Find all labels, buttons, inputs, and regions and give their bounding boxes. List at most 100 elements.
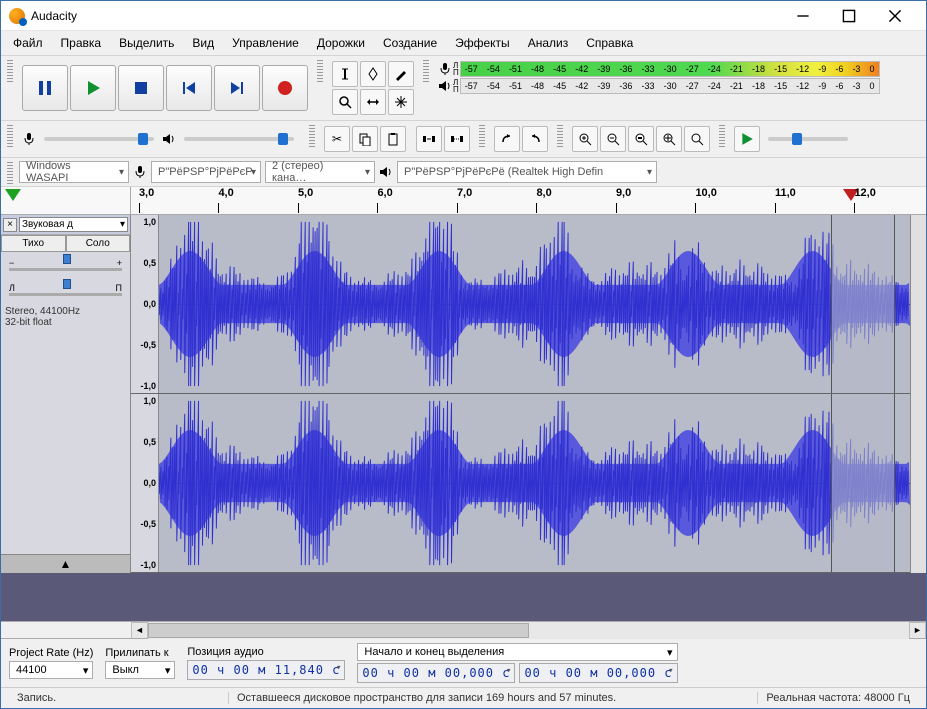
waveform-right: [159, 394, 910, 572]
selection-field: Начало и конец выделения 00 ч 00 м 00,00…: [357, 643, 677, 683]
menu-view[interactable]: Вид: [184, 33, 222, 53]
track-close-button[interactable]: ×: [3, 218, 17, 232]
paste-button[interactable]: [380, 126, 406, 152]
menu-transport[interactable]: Управление: [224, 33, 307, 53]
timeline-ruler[interactable]: 3,04,05,06,07,08,09,010,011,012,0: [1, 187, 926, 215]
grip[interactable]: [423, 58, 429, 82]
silence-button[interactable]: [444, 126, 470, 152]
audio-host-select[interactable]: Windows WASAPI: [19, 161, 129, 183]
pan-slider[interactable]: ЛП: [9, 283, 122, 296]
recording-channels-select[interactable]: 2 (стерео) кана…: [265, 161, 375, 183]
menu-help[interactable]: Справка: [578, 33, 641, 53]
draw-tool[interactable]: [388, 61, 414, 87]
gain-slider[interactable]: −+: [9, 258, 122, 271]
scroll-right-button[interactable]: ►: [909, 622, 926, 639]
recording-device-select[interactable]: P"PëPSP°PjPëPєP: [151, 161, 261, 183]
speaker-icon[interactable]: [438, 79, 452, 93]
solo-button[interactable]: Соло: [66, 235, 131, 252]
zoom-out-button[interactable]: [600, 126, 626, 152]
multi-tool[interactable]: [388, 89, 414, 115]
maximize-button[interactable]: [826, 1, 872, 31]
amplitude-scale: 1,00,50,0-0,5-1,0: [131, 215, 159, 393]
waveform-canvas-right[interactable]: [159, 394, 910, 572]
playback-meter[interactable]: -57-54-51-48-45-42-39-36-33-30-27-24-21-…: [460, 78, 880, 94]
empty-track-space[interactable]: [1, 573, 926, 621]
undo-button[interactable]: [494, 126, 520, 152]
menu-select[interactable]: Выделить: [111, 33, 182, 53]
play-button[interactable]: [70, 65, 116, 111]
playback-device-select[interactable]: P"PëPSP°PjPëPєPë (Realtek High Defin: [397, 161, 657, 183]
recording-volume-slider[interactable]: [44, 137, 154, 141]
track-area: × Звуковая д Тихо Соло −+ ЛП Stereo, 441…: [1, 215, 926, 573]
horizontal-scrollbar[interactable]: ◄ ►: [1, 621, 926, 638]
fit-selection-button[interactable]: [628, 126, 654, 152]
scrollbar-track[interactable]: [148, 622, 909, 639]
minimize-button[interactable]: [780, 1, 826, 31]
vertical-scrollbar[interactable]: [910, 215, 926, 573]
scroll-left-button[interactable]: ◄: [131, 622, 148, 639]
selection-type-select[interactable]: Начало и конец выделения: [357, 643, 677, 661]
menu-analyze[interactable]: Анализ: [520, 33, 577, 53]
redo-button[interactable]: [522, 126, 548, 152]
project-rate-select[interactable]: 44100: [9, 661, 93, 679]
channel-right[interactable]: 1,00,50,0-0,5-1,0: [131, 394, 910, 573]
status-message: Оставшееся дисковое пространство для зап…: [229, 692, 758, 704]
track-name-dropdown[interactable]: Звуковая д: [19, 217, 128, 232]
grip[interactable]: [719, 123, 725, 147]
project-rate-field: Project Rate (Hz) 44100: [9, 647, 93, 679]
fit-project-button[interactable]: [656, 126, 682, 152]
grip[interactable]: [479, 123, 485, 147]
status-state: Запись.: [9, 692, 229, 704]
playback-speed-slider[interactable]: [768, 137, 848, 141]
mic-icon[interactable]: [438, 62, 452, 76]
mute-solo-row: Тихо Соло: [1, 235, 130, 252]
trim-button[interactable]: [416, 126, 442, 152]
mute-button[interactable]: Тихо: [1, 235, 66, 252]
zoom-toggle-button[interactable]: [684, 126, 710, 152]
grip[interactable]: [7, 58, 13, 82]
menu-file[interactable]: Файл: [5, 33, 51, 53]
copy-button[interactable]: [352, 126, 378, 152]
selection-end-display[interactable]: 00 ч 00 м 00,000 с: [519, 663, 677, 683]
channel-left[interactable]: 1,00,50,0-0,5-1,0: [131, 215, 910, 394]
record-button[interactable]: [262, 65, 308, 111]
playback-volume-slider[interactable]: [184, 137, 294, 141]
play-head-pin-icon[interactable]: [5, 189, 21, 201]
grip[interactable]: [309, 123, 315, 147]
selection-tool[interactable]: [332, 61, 358, 87]
ruler-scale[interactable]: 3,04,05,06,07,08,09,010,011,012,0: [131, 187, 926, 214]
grip[interactable]: [7, 160, 13, 184]
menu-generate[interactable]: Создание: [375, 33, 445, 53]
grip[interactable]: [317, 58, 323, 82]
skip-start-button[interactable]: [166, 65, 212, 111]
grip[interactable]: [7, 123, 13, 147]
stop-button[interactable]: [118, 65, 164, 111]
audio-position-display[interactable]: 00 ч 00 м 11,840 с: [187, 660, 345, 680]
skip-end-button[interactable]: [214, 65, 260, 111]
zoom-in-button[interactable]: [572, 126, 598, 152]
pause-button[interactable]: [22, 65, 68, 111]
status-actual-rate: Реальная частота: 48000 Гц: [758, 692, 918, 704]
grip[interactable]: [557, 123, 563, 147]
snap-to-select[interactable]: Выкл: [105, 661, 175, 679]
menu-edit[interactable]: Правка: [53, 33, 110, 53]
play-at-speed-button[interactable]: [734, 126, 760, 152]
scrollbar-thumb[interactable]: [148, 623, 529, 638]
envelope-tool[interactable]: [360, 61, 386, 87]
timeshift-tool[interactable]: [360, 89, 386, 115]
track-collapse-button[interactable]: ▲: [1, 554, 130, 573]
waveform-canvas-left[interactable]: [159, 215, 910, 393]
menu-effects[interactable]: Эффекты: [447, 33, 518, 53]
recording-meter[interactable]: -57-54-51-48-45-42-39-36-33-30-27-24-21-…: [460, 61, 880, 77]
app-icon: [9, 8, 25, 24]
track-header: × Звуковая д: [1, 215, 130, 235]
edit-group: ✂: [321, 123, 473, 155]
zoom-tool[interactable]: [332, 89, 358, 115]
mic-icon: [133, 165, 147, 179]
undo-group: [491, 123, 551, 155]
cut-button[interactable]: ✂: [324, 126, 350, 152]
menu-tracks[interactable]: Дорожки: [309, 33, 373, 53]
close-button[interactable]: [872, 1, 918, 31]
ruler-pin-area[interactable]: [1, 187, 131, 214]
selection-start-display[interactable]: 00 ч 00 м 00,000 с: [357, 663, 515, 683]
